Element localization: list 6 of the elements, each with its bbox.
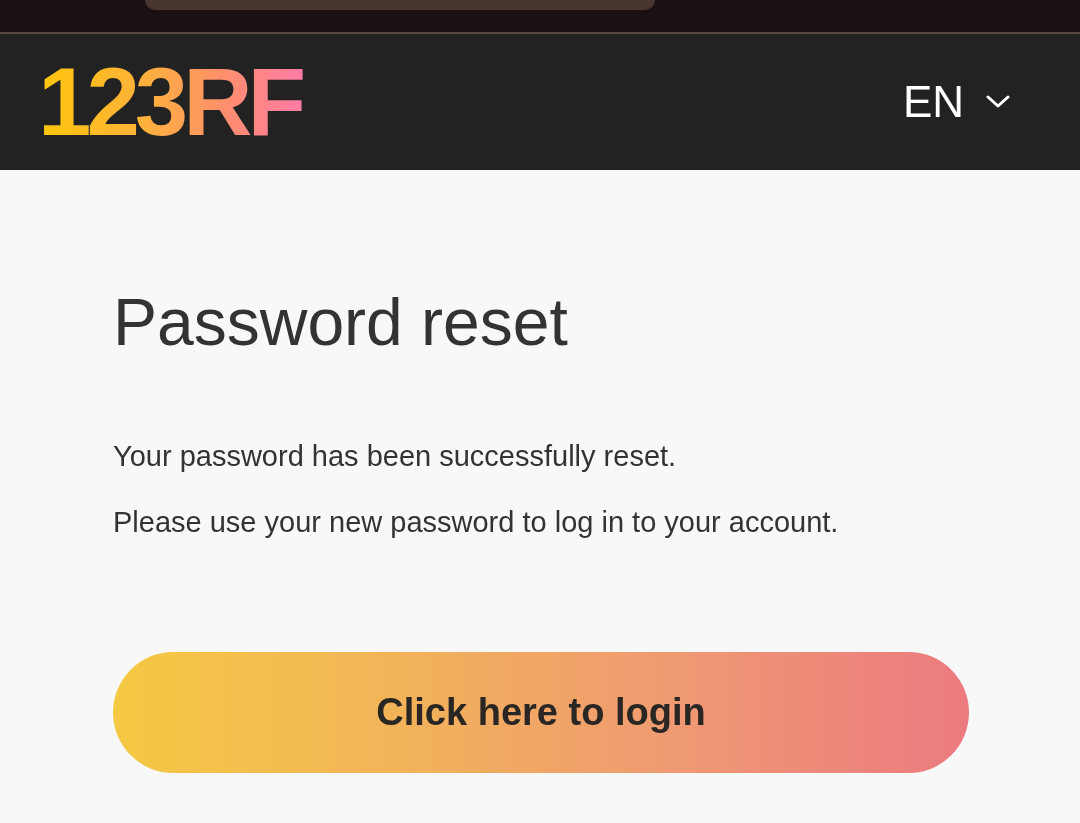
language-selector[interactable]: EN [902, 77, 1010, 127]
message-text: Please use your new password to log in to your account. [113, 505, 839, 540]
message-text: Your password has been successfully reset. [113, 439, 678, 474]
page-title: Password reset [113, 284, 568, 361]
chevron-down-icon [986, 95, 1010, 109]
login-button[interactable]: Click here to login [113, 652, 969, 773]
